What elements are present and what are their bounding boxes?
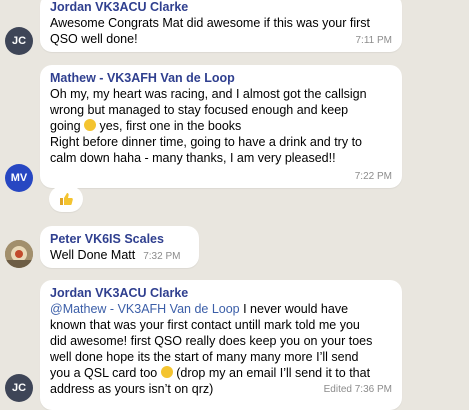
- message-text-part: yes, first one in the books: [96, 119, 242, 133]
- message-text: did awesome! first QSO really does keep …: [50, 334, 373, 348]
- message-text: @Mathew - VK3AFH Van de Loop I never wou…: [50, 301, 393, 317]
- message-bubble[interactable]: Jordan VK3ACU Clarke @Mathew - VK3AFH Va…: [40, 280, 402, 410]
- message-text-part: going: [50, 119, 81, 133]
- message-text: Awesome Congrats Mat did awesome if this…: [50, 16, 371, 30]
- message-text-part: you a QSL card too: [50, 366, 158, 380]
- message-text-part: address as yours isn’t on qrz): [50, 382, 214, 396]
- message-text: Right before dinner time, going to have …: [50, 135, 362, 149]
- message-bubble[interactable]: Peter VK6IS Scales Well Done Matt 7:32 PM: [40, 226, 199, 268]
- avatar[interactable]: MV: [5, 164, 33, 192]
- sender-name[interactable]: Peter VK6IS Scales: [50, 231, 190, 247]
- message-edited-timestamp: Edited 7:36 PM: [324, 384, 392, 395]
- message-timestamp: 7:32 PM: [143, 251, 181, 262]
- slightly-smiling-face-emoji-icon: [160, 366, 173, 378]
- profile-photo-icon: [5, 240, 33, 268]
- message-text-part: Well Done Matt: [50, 248, 136, 262]
- avatar[interactable]: JC: [5, 27, 33, 55]
- thumbs-up-icon: [60, 193, 73, 205]
- mention-link[interactable]: @Mathew - VK3AFH Van de Loop: [50, 302, 240, 316]
- avatar[interactable]: JC: [5, 374, 33, 402]
- message-text-part: I never would have: [239, 302, 349, 316]
- sender-name[interactable]: Mathew - VK3AFH Van de Loop: [50, 70, 393, 86]
- message-text: well done hope its the start of many man…: [50, 350, 359, 364]
- edited-label: Edited: [323, 384, 352, 395]
- sender-name[interactable]: Jordan VK3ACU Clarke: [50, 0, 393, 15]
- message-text: going yes, first one in the books: [50, 118, 393, 134]
- reaction-badge[interactable]: [49, 186, 83, 212]
- sender-name[interactable]: Jordan VK3ACU Clarke: [50, 285, 393, 301]
- message-text: calm down haha - many thanks, I am very …: [50, 151, 336, 165]
- smiling-face-emoji-icon: [84, 119, 97, 131]
- message-timestamp: 7:22 PM: [354, 171, 392, 182]
- message-bubble[interactable]: Mathew - VK3AFH Van de Loop Oh my, my he…: [40, 65, 402, 188]
- message-bubble[interactable]: Jordan VK3ACU Clarke Awesome Congrats Ma…: [40, 0, 402, 52]
- message-text: Oh my, my heart was racing, and I almost…: [50, 87, 367, 101]
- message-text: you a QSL card too (drop my an email I’l…: [50, 365, 393, 381]
- message-text: Well Done Matt 7:32 PM: [50, 247, 190, 265]
- message-text: QSO well done!: [50, 32, 138, 46]
- message-text: wrong but managed to stay focused enough…: [50, 103, 349, 117]
- message-timestamp: 7:11 PM: [355, 35, 393, 46]
- avatar[interactable]: [5, 240, 33, 268]
- message-timestamp: 7:36 PM: [354, 384, 392, 395]
- message-text: known that was your first contact untill…: [50, 318, 360, 332]
- message-text-part: (drop my an email I’ll send it to that: [172, 366, 371, 380]
